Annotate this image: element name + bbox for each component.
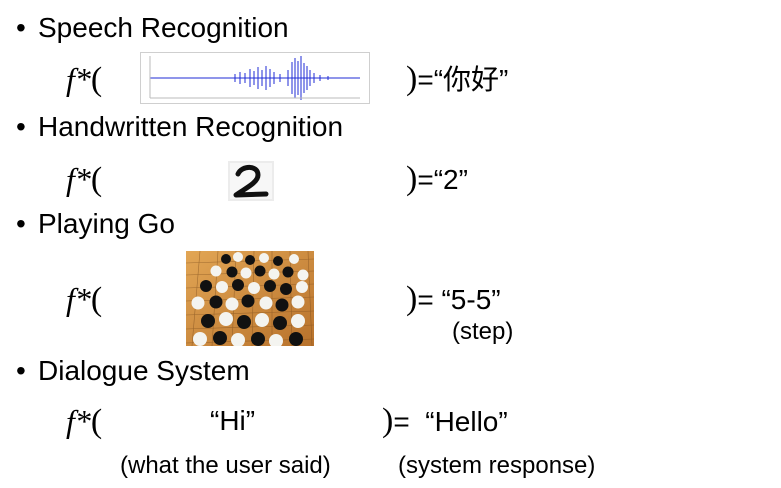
function-symbol: f	[66, 61, 75, 97]
heading-speech-recognition: • Speech Recognition	[16, 12, 289, 44]
equals-sign: =	[417, 284, 434, 315]
open-paren: (	[90, 281, 103, 318]
function-symbol: f	[66, 281, 75, 317]
bullet-marker: •	[16, 12, 26, 43]
go-board-image	[186, 251, 314, 346]
close-paren: )	[406, 60, 418, 97]
heading-dialogue-system: • Dialogue System	[16, 355, 250, 387]
function-symbol: f	[66, 161, 75, 197]
heading-text: Speech Recognition	[38, 12, 289, 43]
open-paren: (	[90, 161, 103, 198]
function-symbol: f	[66, 403, 75, 439]
function-star: *	[74, 403, 91, 439]
close-paren: )	[406, 280, 418, 317]
function-star: *	[74, 161, 91, 197]
heading-playing-go: • Playing Go	[16, 208, 175, 240]
dialogue-input-text: “Hi”	[210, 405, 256, 436]
heading-text: Handwritten Recognition	[38, 111, 344, 142]
go-output-note: (step)	[452, 318, 514, 345]
output-text: “2”	[433, 164, 468, 195]
function-call-dialogue: f*(	[66, 404, 102, 439]
close-paren: )	[382, 402, 394, 439]
heading-text: Dialogue System	[38, 355, 250, 386]
dialogue-output-note: (system response)	[398, 452, 596, 479]
handwritten-digit-image	[228, 161, 274, 201]
equals-sign: =	[393, 406, 410, 437]
heading-handwritten-recognition: • Handwritten Recognition	[16, 111, 343, 143]
function-call-handwriting: f*(	[66, 162, 102, 197]
dialogue-input-note: (what the user said)	[120, 452, 331, 479]
close-paren: )	[406, 160, 418, 197]
equals-sign: =	[417, 164, 434, 195]
output-text: “Hello”	[425, 406, 508, 437]
function-call-speech: f*(	[66, 62, 102, 97]
speech-waveform-image	[140, 52, 370, 104]
open-paren: (	[90, 403, 103, 440]
equals-sign: =	[417, 64, 434, 95]
output-text: “你好”	[433, 64, 509, 95]
function-star: *	[74, 61, 91, 97]
bullet-marker: •	[16, 111, 26, 142]
heading-text: Playing Go	[38, 208, 175, 239]
result-go: )= “5-5”	[406, 282, 501, 317]
function-star: *	[74, 281, 91, 317]
output-text: “5-5”	[441, 284, 501, 315]
result-speech: )=“你好”	[406, 62, 508, 97]
result-handwriting: )=“2”	[406, 162, 468, 197]
result-dialogue: )= “Hello”	[382, 404, 508, 439]
function-call-go: f*(	[66, 282, 102, 317]
open-paren: (	[90, 61, 103, 98]
bullet-marker: •	[16, 355, 26, 386]
bullet-marker: •	[16, 208, 26, 239]
